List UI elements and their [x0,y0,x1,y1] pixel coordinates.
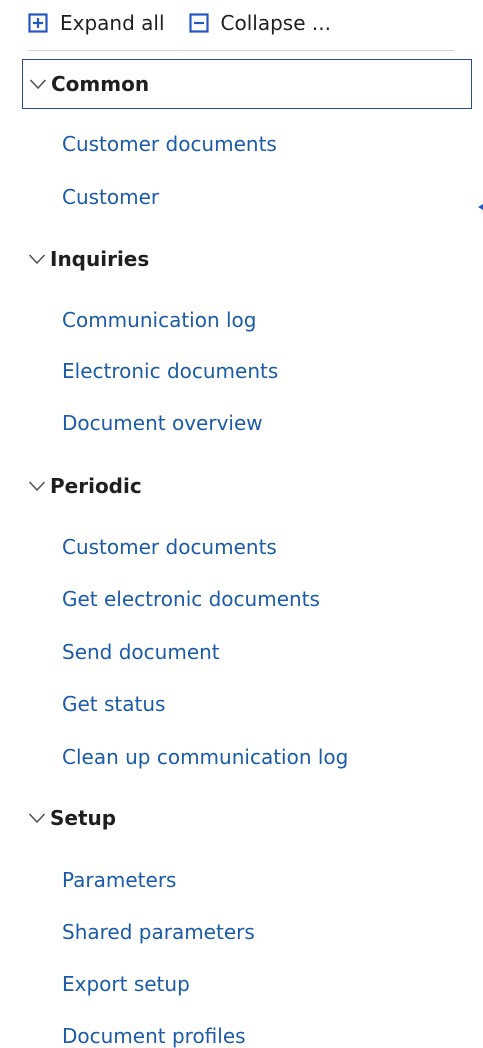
section-title: Setup [50,806,117,830]
nav-link-document-profiles[interactable]: Document profiles [62,1024,246,1048]
nav-link-customer-documents[interactable]: Customer documents [62,132,277,156]
nav-link-get-status[interactable]: Get status [62,692,165,716]
chevron-down-icon [29,79,47,90]
section-title: Common [51,72,150,96]
expand-all-label: Expand all [60,11,165,35]
collapse-all-button[interactable]: Collapse ... [188,11,331,35]
section-header-common[interactable]: Common [22,59,472,109]
resize-handle-icon[interactable] [478,204,483,210]
expand-all-button[interactable]: Expand all [28,11,165,35]
section-header-inquiries[interactable]: Inquiries [22,234,149,284]
nav-link-communication-log[interactable]: Communication log [62,308,256,332]
chevron-down-icon [28,481,46,492]
chevron-down-icon [28,254,46,265]
section-header-setup[interactable]: Setup [22,793,116,843]
section-header-periodic[interactable]: Periodic [22,461,142,511]
expand-all-icon [28,13,48,33]
nav-link-electronic-documents[interactable]: Electronic documents [62,359,278,383]
section-title: Periodic [50,474,142,498]
section-title: Inquiries [50,247,150,271]
nav-link-get-electronic-documents[interactable]: Get electronic documents [62,587,320,611]
nav-link-shared-parameters[interactable]: Shared parameters [62,920,255,944]
nav-link-export-setup[interactable]: Export setup [62,972,190,996]
toolbar-divider [28,50,454,51]
nav-link-clean-up-communication-log[interactable]: Clean up communication log [62,745,348,769]
chevron-down-icon [28,813,46,824]
collapse-all-icon [188,13,209,33]
nav-link-document-overview[interactable]: Document overview [62,411,263,435]
collapse-all-label: Collapse ... [220,11,331,35]
nav-link-customer-documents-periodic[interactable]: Customer documents [62,535,277,559]
tree-toolbar: Expand all Collapse ... [28,6,331,40]
nav-link-customer[interactable]: Customer [62,185,159,209]
nav-link-send-document[interactable]: Send document [62,640,220,664]
nav-link-parameters[interactable]: Parameters [62,868,176,892]
